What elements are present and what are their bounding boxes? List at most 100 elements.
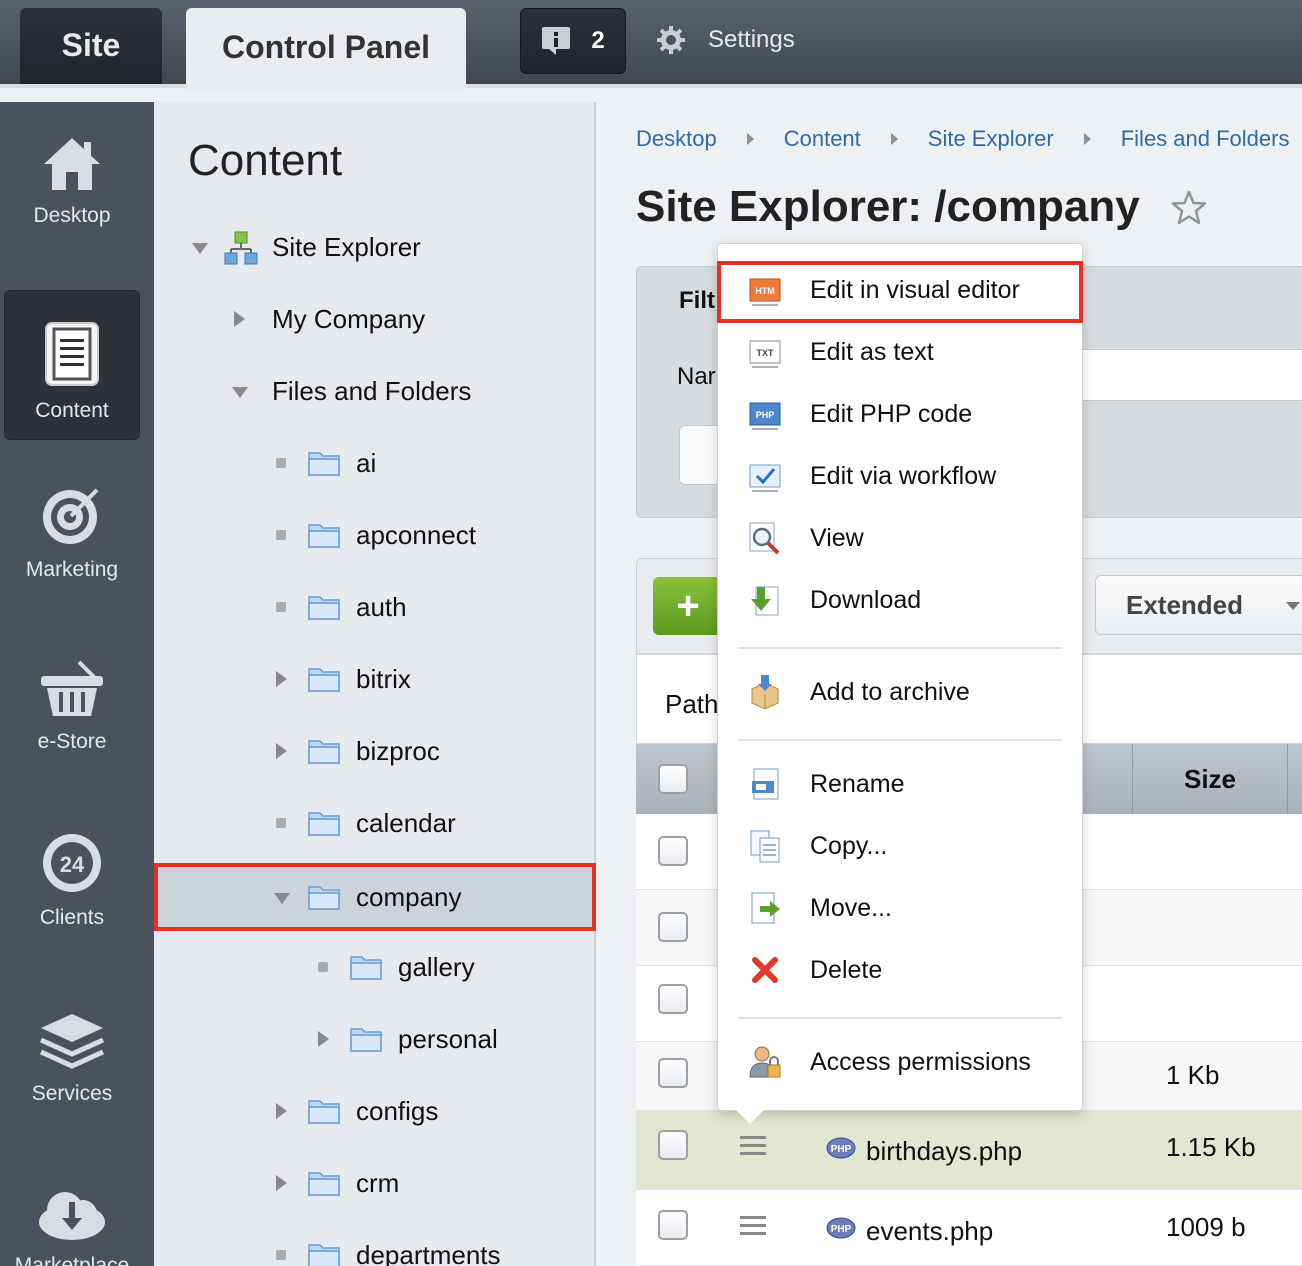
- settings-link[interactable]: Settings: [656, 20, 795, 60]
- menu-item-label: Edit as text: [810, 337, 934, 366]
- menu-item-label: Edit in visual editor: [810, 275, 1020, 304]
- menu-item-label: Access permissions: [810, 1047, 1031, 1076]
- menu-item-view[interactable]: View: [718, 507, 1084, 569]
- tree-item-site-explorer[interactable]: Site Explorer: [154, 217, 594, 277]
- php-file-icon: PHP: [826, 1217, 856, 1239]
- row-checkbox[interactable]: [658, 1058, 688, 1088]
- row-checkbox[interactable]: [658, 912, 688, 942]
- menu-divider: [738, 1017, 1062, 1019]
- sidebar-item-marketing[interactable]: Marketing: [4, 454, 140, 604]
- tree-item-folder[interactable]: ai: [154, 433, 594, 493]
- menu-item-download[interactable]: Download: [718, 569, 1084, 631]
- tab-control-panel[interactable]: Control Panel: [186, 8, 466, 92]
- file-name[interactable]: birthdays.php: [866, 1136, 1022, 1167]
- tree-item-folder[interactable]: bizproc: [154, 721, 594, 781]
- expand-arrow-icon[interactable]: [276, 671, 287, 687]
- bullet-icon: [318, 962, 328, 972]
- menu-item-edit-visual[interactable]: HTM Edit in visual editor: [718, 259, 1084, 321]
- tree-item-folder[interactable]: departments: [154, 1225, 594, 1266]
- tree-item-folder[interactable]: bitrix: [154, 649, 594, 709]
- expand-arrow-icon[interactable]: [318, 1031, 329, 1047]
- menu-item-label: Edit via workflow: [810, 461, 997, 490]
- tree-item-folder[interactable]: auth: [154, 577, 594, 637]
- table-row[interactable]: PHP events.php 1009 b: [636, 1190, 1302, 1266]
- expand-arrow-icon[interactable]: [276, 1175, 287, 1191]
- file-size: 1009 b: [1166, 1212, 1246, 1242]
- breadcrumb-item[interactable]: Files and Folders: [1121, 126, 1290, 152]
- menu-item-add-archive[interactable]: Add to archive: [718, 661, 1084, 723]
- breadcrumb-item[interactable]: Content: [784, 126, 861, 152]
- sidebar-item-marketplace[interactable]: Marketplace: [4, 1158, 140, 1266]
- tree-item-label: auth: [356, 591, 407, 622]
- row-menu-icon[interactable]: [740, 1216, 766, 1240]
- size-column-header[interactable]: Size: [1132, 744, 1288, 814]
- sidebar-item-estore[interactable]: e-Store: [4, 628, 140, 778]
- filter-name-input[interactable]: [1077, 349, 1302, 401]
- row-checkbox[interactable]: [658, 984, 688, 1014]
- layers-icon: [39, 1014, 105, 1069]
- page-title: Site Explorer: /company: [636, 182, 1140, 231]
- tree-item-label: gallery: [398, 951, 475, 982]
- menu-item-edit-php[interactable]: PHP Edit PHP code: [718, 383, 1084, 445]
- tree-item-folder[interactable]: personal: [154, 1009, 594, 1069]
- extended-label: Extended: [1126, 589, 1244, 620]
- menu-item-edit-workflow[interactable]: Edit via workflow: [718, 445, 1084, 507]
- tree-item-folder[interactable]: apconnect: [154, 505, 594, 565]
- row-checkbox[interactable]: [658, 1210, 688, 1240]
- menu-item-access-permissions[interactable]: Access permissions: [718, 1031, 1084, 1093]
- sidebar-item-content[interactable]: Content: [4, 290, 140, 440]
- sidebar-item-label: Marketing: [25, 558, 119, 581]
- tree-item-files-and-folders[interactable]: Files and Folders: [154, 361, 594, 421]
- folder-icon: [350, 956, 382, 980]
- star-icon[interactable]: [1170, 190, 1208, 226]
- add-button[interactable]: +: [653, 577, 723, 635]
- tree-item-folder[interactable]: crm: [154, 1153, 594, 1213]
- menu-item-label: Delete: [810, 955, 883, 984]
- select-all-checkbox[interactable]: [658, 764, 688, 794]
- tree-item-my-company[interactable]: My Company: [154, 289, 594, 349]
- settings-label: Settings: [708, 26, 795, 53]
- folder-icon: [308, 740, 340, 764]
- sidebar-item-services[interactable]: Services: [4, 982, 140, 1132]
- notification-icon: [542, 27, 571, 55]
- menu-item-delete[interactable]: Delete: [718, 939, 1084, 1001]
- tree-item-folder[interactable]: calendar: [154, 793, 594, 853]
- menu-item-edit-text[interactable]: TXT Edit as text: [718, 321, 1084, 383]
- archive-icon: [751, 675, 779, 709]
- breadcrumb-item[interactable]: Desktop: [636, 126, 717, 152]
- row-menu-icon[interactable]: [740, 1136, 766, 1160]
- php-edit-icon: PHP: [749, 402, 781, 430]
- sidebar-item-desktop[interactable]: Desktop: [4, 106, 140, 256]
- folder-icon: [308, 1244, 340, 1266]
- notifications-button[interactable]: 2: [520, 8, 626, 74]
- expand-arrow-icon[interactable]: [276, 743, 287, 759]
- menu-item-label: View: [810, 523, 864, 552]
- tree-item-company[interactable]: company: [154, 865, 594, 929]
- copy-icon: [750, 830, 780, 863]
- tree-item-label: company: [356, 881, 462, 912]
- menu-item-rename[interactable]: Rename: [718, 753, 1084, 815]
- collapse-arrow-icon[interactable]: [192, 243, 208, 254]
- menu-item-move[interactable]: Move...: [718, 877, 1084, 939]
- notifications-count: 2: [591, 27, 605, 54]
- expand-arrow-icon[interactable]: [276, 1103, 287, 1119]
- tree-item-folder[interactable]: gallery: [154, 937, 594, 997]
- tab-site[interactable]: Site: [20, 8, 162, 88]
- sidebar-item-clients[interactable]: 24 Clients: [4, 802, 140, 952]
- filter-title: Filt: [679, 287, 715, 314]
- tree-item-label: Site Explorer: [272, 231, 421, 262]
- collapse-arrow-icon[interactable]: [274, 893, 290, 904]
- folder-icon: [308, 1172, 340, 1196]
- menu-item-copy[interactable]: Copy...: [718, 815, 1084, 877]
- collapse-arrow-icon[interactable]: [232, 387, 248, 398]
- tree-item-folder[interactable]: configs: [154, 1081, 594, 1141]
- file-name[interactable]: events.php: [866, 1216, 993, 1247]
- extended-dropdown[interactable]: Extended: [1095, 575, 1302, 635]
- row-checkbox[interactable]: [658, 836, 688, 866]
- tree-item-label: apconnect: [356, 519, 476, 550]
- row-checkbox[interactable]: [658, 1130, 688, 1160]
- folder-icon: [308, 1100, 340, 1124]
- expand-arrow-icon[interactable]: [234, 311, 245, 327]
- menu-item-label: Add to archive: [810, 677, 970, 706]
- breadcrumb-item[interactable]: Site Explorer: [928, 126, 1054, 152]
